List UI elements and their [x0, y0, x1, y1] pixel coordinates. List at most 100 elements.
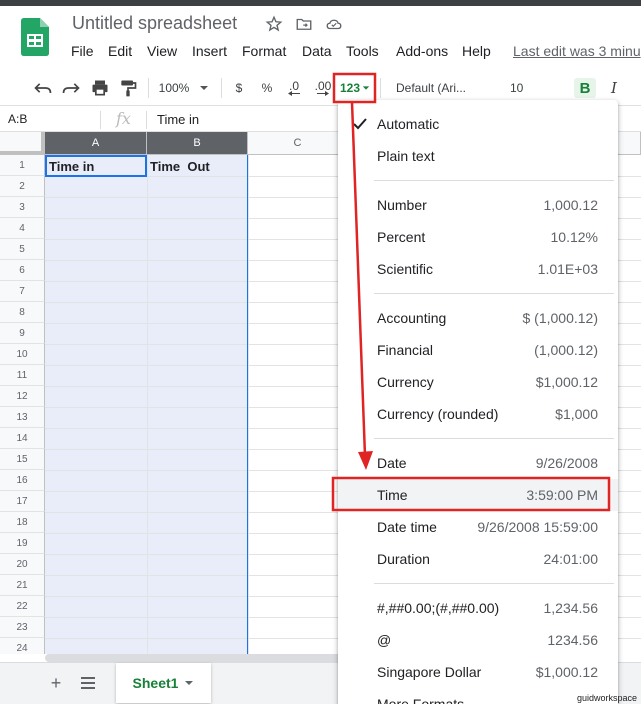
menu-item-singapore-dollar[interactable]: Singapore Dollar $1,000.12 [338, 656, 618, 688]
menu-item-date[interactable]: Date 9/26/2008 [338, 447, 618, 479]
font-family-select[interactable]: Default (Ari... [390, 78, 490, 98]
menu-item-more-formats[interactable]: More Formats [338, 688, 618, 704]
row-header-4[interactable]: 4 [0, 218, 45, 239]
row-header-20[interactable]: 20 [0, 554, 45, 575]
increase-decimal-button[interactable]: .00 [312, 78, 334, 98]
column-gridline [248, 155, 249, 654]
row-header-10[interactable]: 10 [0, 344, 45, 365]
menu-item-number[interactable]: Number 1,000.12 [338, 189, 618, 221]
cell-b1[interactable]: Time Out [150, 159, 210, 174]
row-header-17[interactable]: 17 [0, 491, 45, 512]
row-header-23[interactable]: 23 [0, 617, 45, 638]
menu-item-automatic[interactable]: Automatic [338, 108, 618, 140]
row-header-3[interactable]: 3 [0, 197, 45, 218]
menu-item-[interactable]: @1234.56 [338, 624, 618, 656]
menu-item-financial[interactable]: Financial (1,000.12) [338, 334, 618, 366]
menu-tools[interactable]: Tools [346, 43, 379, 59]
menu-item-accounting[interactable]: Accounting $ (1,000.12) [338, 302, 618, 334]
chevron-down-icon [185, 681, 194, 685]
menu-item-example: $1,000 [555, 406, 598, 422]
undo-icon[interactable] [33, 78, 53, 98]
print-icon[interactable] [90, 78, 110, 98]
row-header-16[interactable]: 16 [0, 470, 45, 491]
watermark: guidworkspace [577, 693, 638, 703]
menu-item-label: @ [377, 632, 392, 648]
menu-divider [374, 438, 614, 439]
column-header-b[interactable]: B [147, 132, 248, 155]
decrease-decimal-button[interactable]: .0 [284, 78, 304, 98]
menu-format[interactable]: Format [242, 43, 286, 59]
row-header-5[interactable]: 5 [0, 239, 45, 260]
menu-divider [374, 180, 614, 181]
menu-item-example: 1,000.12 [543, 197, 599, 213]
menu-item-label: More Formats [377, 696, 465, 704]
menu-item-example: $1,000.12 [535, 374, 598, 390]
row-header-13[interactable]: 13 [0, 407, 45, 428]
row-header-8[interactable]: 8 [0, 302, 45, 323]
row-header-24[interactable]: 24 [0, 638, 45, 654]
sheets-logo-icon[interactable] [21, 18, 49, 56]
menu-item-duration[interactable]: Duration 24:01:00 [338, 543, 618, 575]
menu-item-label: Time [377, 487, 408, 503]
document-title[interactable]: Untitled spreadsheet [72, 13, 237, 34]
menu-item-0-00-0-00[interactable]: #,##0.00;(#,##0.00) 1,234.56 [338, 592, 618, 624]
menu-divider [374, 583, 614, 584]
font-size-select[interactable]: 10 [504, 78, 544, 98]
menu-item-plain-text[interactable]: Plain text [338, 140, 618, 172]
row-header-7[interactable]: 7 [0, 281, 45, 302]
row-header-1[interactable]: 1 [0, 155, 45, 176]
menu-item-example: 9/26/2008 [535, 455, 598, 471]
menu-item-scientific[interactable]: Scientific 1.01E+03 [338, 253, 618, 285]
horizontal-scrollbar[interactable] [45, 654, 345, 662]
paint-format-icon[interactable] [118, 78, 138, 98]
menu-insert[interactable]: Insert [192, 43, 227, 59]
menu-data[interactable]: Data [302, 43, 332, 59]
row-header-22[interactable]: 22 [0, 596, 45, 617]
more-formats-button[interactable]: 123 [338, 78, 372, 98]
menu-help[interactable]: Help [462, 43, 491, 59]
row-header-19[interactable]: 19 [0, 533, 45, 554]
last-edit-link[interactable]: Last edit was 3 minu [513, 43, 641, 59]
column-header-a[interactable]: A [45, 132, 147, 155]
row-header-18[interactable]: 18 [0, 512, 45, 533]
redo-icon[interactable] [61, 78, 81, 98]
zoom-select[interactable]: 100% [156, 78, 212, 98]
menu-file[interactable]: File [71, 43, 94, 59]
menu-addons[interactable]: Add-ons [396, 43, 448, 59]
row-header-11[interactable]: 11 [0, 365, 45, 386]
cell-a1[interactable]: Time in [49, 159, 94, 174]
currency-format-button[interactable]: $ [230, 78, 248, 98]
sheet-tab-sheet1[interactable]: Sheet1 [116, 663, 211, 703]
menu-item-currency-rounded[interactable]: Currency (rounded) $1,000 [338, 398, 618, 430]
percent-format-button[interactable]: % [258, 78, 276, 98]
bold-button[interactable]: B [574, 78, 596, 98]
move-to-folder-icon[interactable] [295, 15, 313, 33]
star-icon[interactable] [265, 15, 283, 33]
formula-input[interactable]: Time in [157, 112, 199, 127]
menu-item-label: #,##0.00;(#,##0.00) [377, 600, 500, 616]
menu-view[interactable]: View [147, 43, 177, 59]
row-header-21[interactable]: 21 [0, 575, 45, 596]
row-header-2[interactable]: 2 [0, 176, 45, 197]
row-header-9[interactable]: 9 [0, 323, 45, 344]
row-header-14[interactable]: 14 [0, 428, 45, 449]
menu-edit[interactable]: Edit [108, 43, 132, 59]
menu-item-example: 24:01:00 [543, 551, 599, 567]
italic-button[interactable]: I [604, 78, 624, 98]
menu-item-label: Currency (rounded) [377, 406, 499, 422]
select-all-corner[interactable] [0, 132, 45, 155]
menu-item-example: 10.12% [550, 229, 598, 245]
row-header-15[interactable]: 15 [0, 449, 45, 470]
menu-item-currency[interactable]: Currency $1,000.12 [338, 366, 618, 398]
menu-item-label: Currency [377, 374, 434, 390]
menu-item-time[interactable]: Time 3:59:00 PM [338, 479, 618, 511]
add-sheet-icon[interactable]: + [46, 673, 66, 693]
name-box[interactable]: A:B [8, 112, 27, 126]
menu-item-date-time[interactable]: Date time 9/26/2008 15:59:00 [338, 511, 618, 543]
row-header-6[interactable]: 6 [0, 260, 45, 281]
row-header-12[interactable]: 12 [0, 386, 45, 407]
menu-item-percent[interactable]: Percent 10.12% [338, 221, 618, 253]
all-sheets-list-icon[interactable] [78, 673, 98, 693]
column-header-c[interactable]: C [248, 132, 348, 155]
cloud-status-icon[interactable] [325, 15, 343, 33]
